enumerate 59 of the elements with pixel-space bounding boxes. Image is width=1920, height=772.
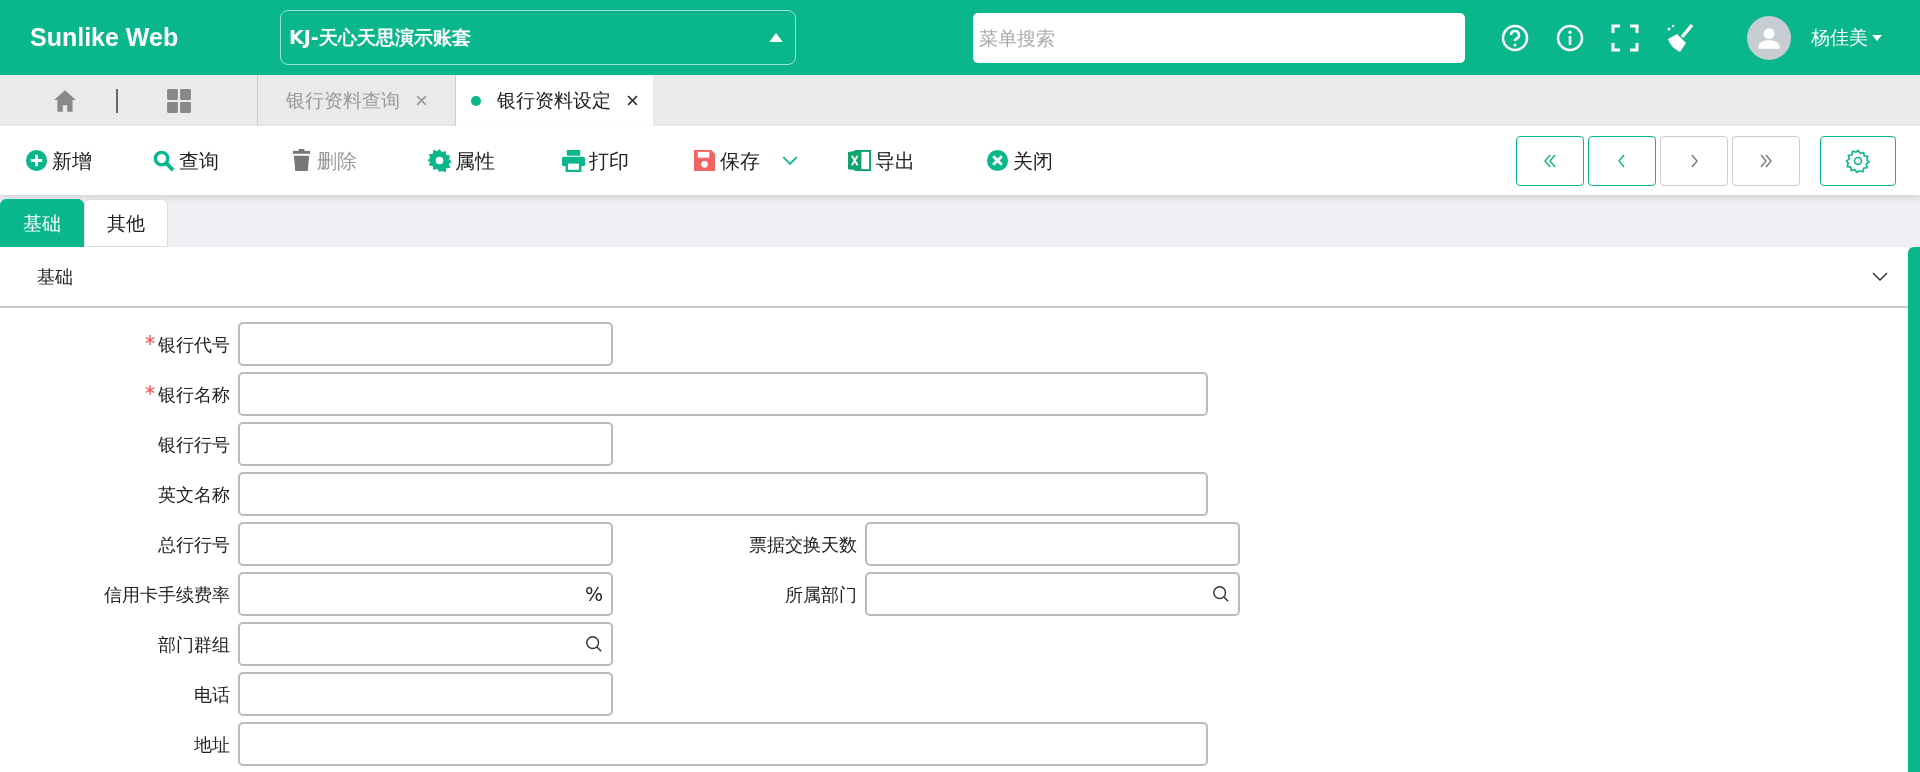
nav-button[interactable] <box>1516 135 1584 186</box>
field-label: 部门群组 <box>158 632 230 657</box>
input-field[interactable] <box>238 322 613 366</box>
field-label: 银行代号 <box>158 332 230 357</box>
input-field[interactable] <box>238 372 1208 416</box>
toolbar-button[interactable]: 新增 <box>25 145 152 176</box>
field-label: 总行行号 <box>158 532 230 557</box>
input-field[interactable] <box>865 572 1240 616</box>
scrollbar[interactable] <box>1908 247 1920 772</box>
settings-icon <box>1846 148 1870 173</box>
form-tab[interactable]: 其他 <box>84 199 168 247</box>
input-field[interactable] <box>865 522 1240 566</box>
gear-icon <box>428 149 451 172</box>
input-field[interactable] <box>238 672 613 716</box>
input-field[interactable] <box>238 622 613 666</box>
toolbar-button[interactable]: 关闭 <box>986 145 1106 176</box>
close-icon[interactable] <box>627 95 638 106</box>
trash-icon <box>290 149 313 172</box>
field-label: 地址 <box>194 732 230 757</box>
info-icon[interactable] <box>1555 22 1585 53</box>
search-icon[interactable] <box>585 635 603 653</box>
caret-down-icon <box>1872 34 1882 41</box>
app-logo: Sunlike Web <box>30 21 180 53</box>
spreadsheet-icon <box>848 149 871 172</box>
input-field[interactable] <box>238 472 1208 516</box>
toolbar-button[interactable]: 保存 <box>693 145 848 176</box>
input-field[interactable] <box>238 522 613 566</box>
section-title[interactable]: 基础 <box>37 263 73 290</box>
caret-up-icon <box>769 33 783 42</box>
field-label: 银行名称 <box>158 382 230 407</box>
printer-icon <box>562 149 585 172</box>
field-label: 所属部门 <box>785 582 857 607</box>
toolbar-button[interactable]: 打印 <box>562 145 693 176</box>
input-field[interactable] <box>238 722 1208 766</box>
grid-icon[interactable] <box>166 87 192 114</box>
active-dot <box>471 95 481 106</box>
fullscreen-icon[interactable] <box>1610 22 1640 53</box>
settings-button[interactable] <box>1820 135 1896 186</box>
field-label: 英文名称 <box>158 482 230 507</box>
search-field[interactable]: 菜单搜索 <box>973 12 1465 63</box>
input-field[interactable]: % <box>238 572 613 616</box>
field-label: 信用卡手续费率 <box>104 582 230 607</box>
search-icon[interactable] <box>1212 585 1230 603</box>
chevron-down-icon[interactable] <box>1872 271 1888 282</box>
input-field[interactable] <box>238 422 613 466</box>
close-circle-icon <box>986 149 1009 172</box>
field-label: 银行行号 <box>158 432 230 457</box>
toolbar-button[interactable]: 查询 <box>152 145 290 176</box>
toolbar-button[interactable]: 属性 <box>428 145 562 176</box>
search-icon <box>152 149 175 172</box>
toolbar-button[interactable]: 导出 <box>848 145 986 176</box>
field-label: 票据交换天数 <box>749 532 857 557</box>
help-icon[interactable] <box>1500 22 1530 53</box>
field-label: 电话 <box>194 682 230 707</box>
broom-icon[interactable] <box>1665 22 1695 53</box>
page-tab[interactable]: 银行资料设定 <box>455 75 653 126</box>
nav-button[interactable] <box>1588 135 1656 186</box>
avatar[interactable] <box>1747 15 1791 60</box>
plus-icon <box>25 149 48 172</box>
